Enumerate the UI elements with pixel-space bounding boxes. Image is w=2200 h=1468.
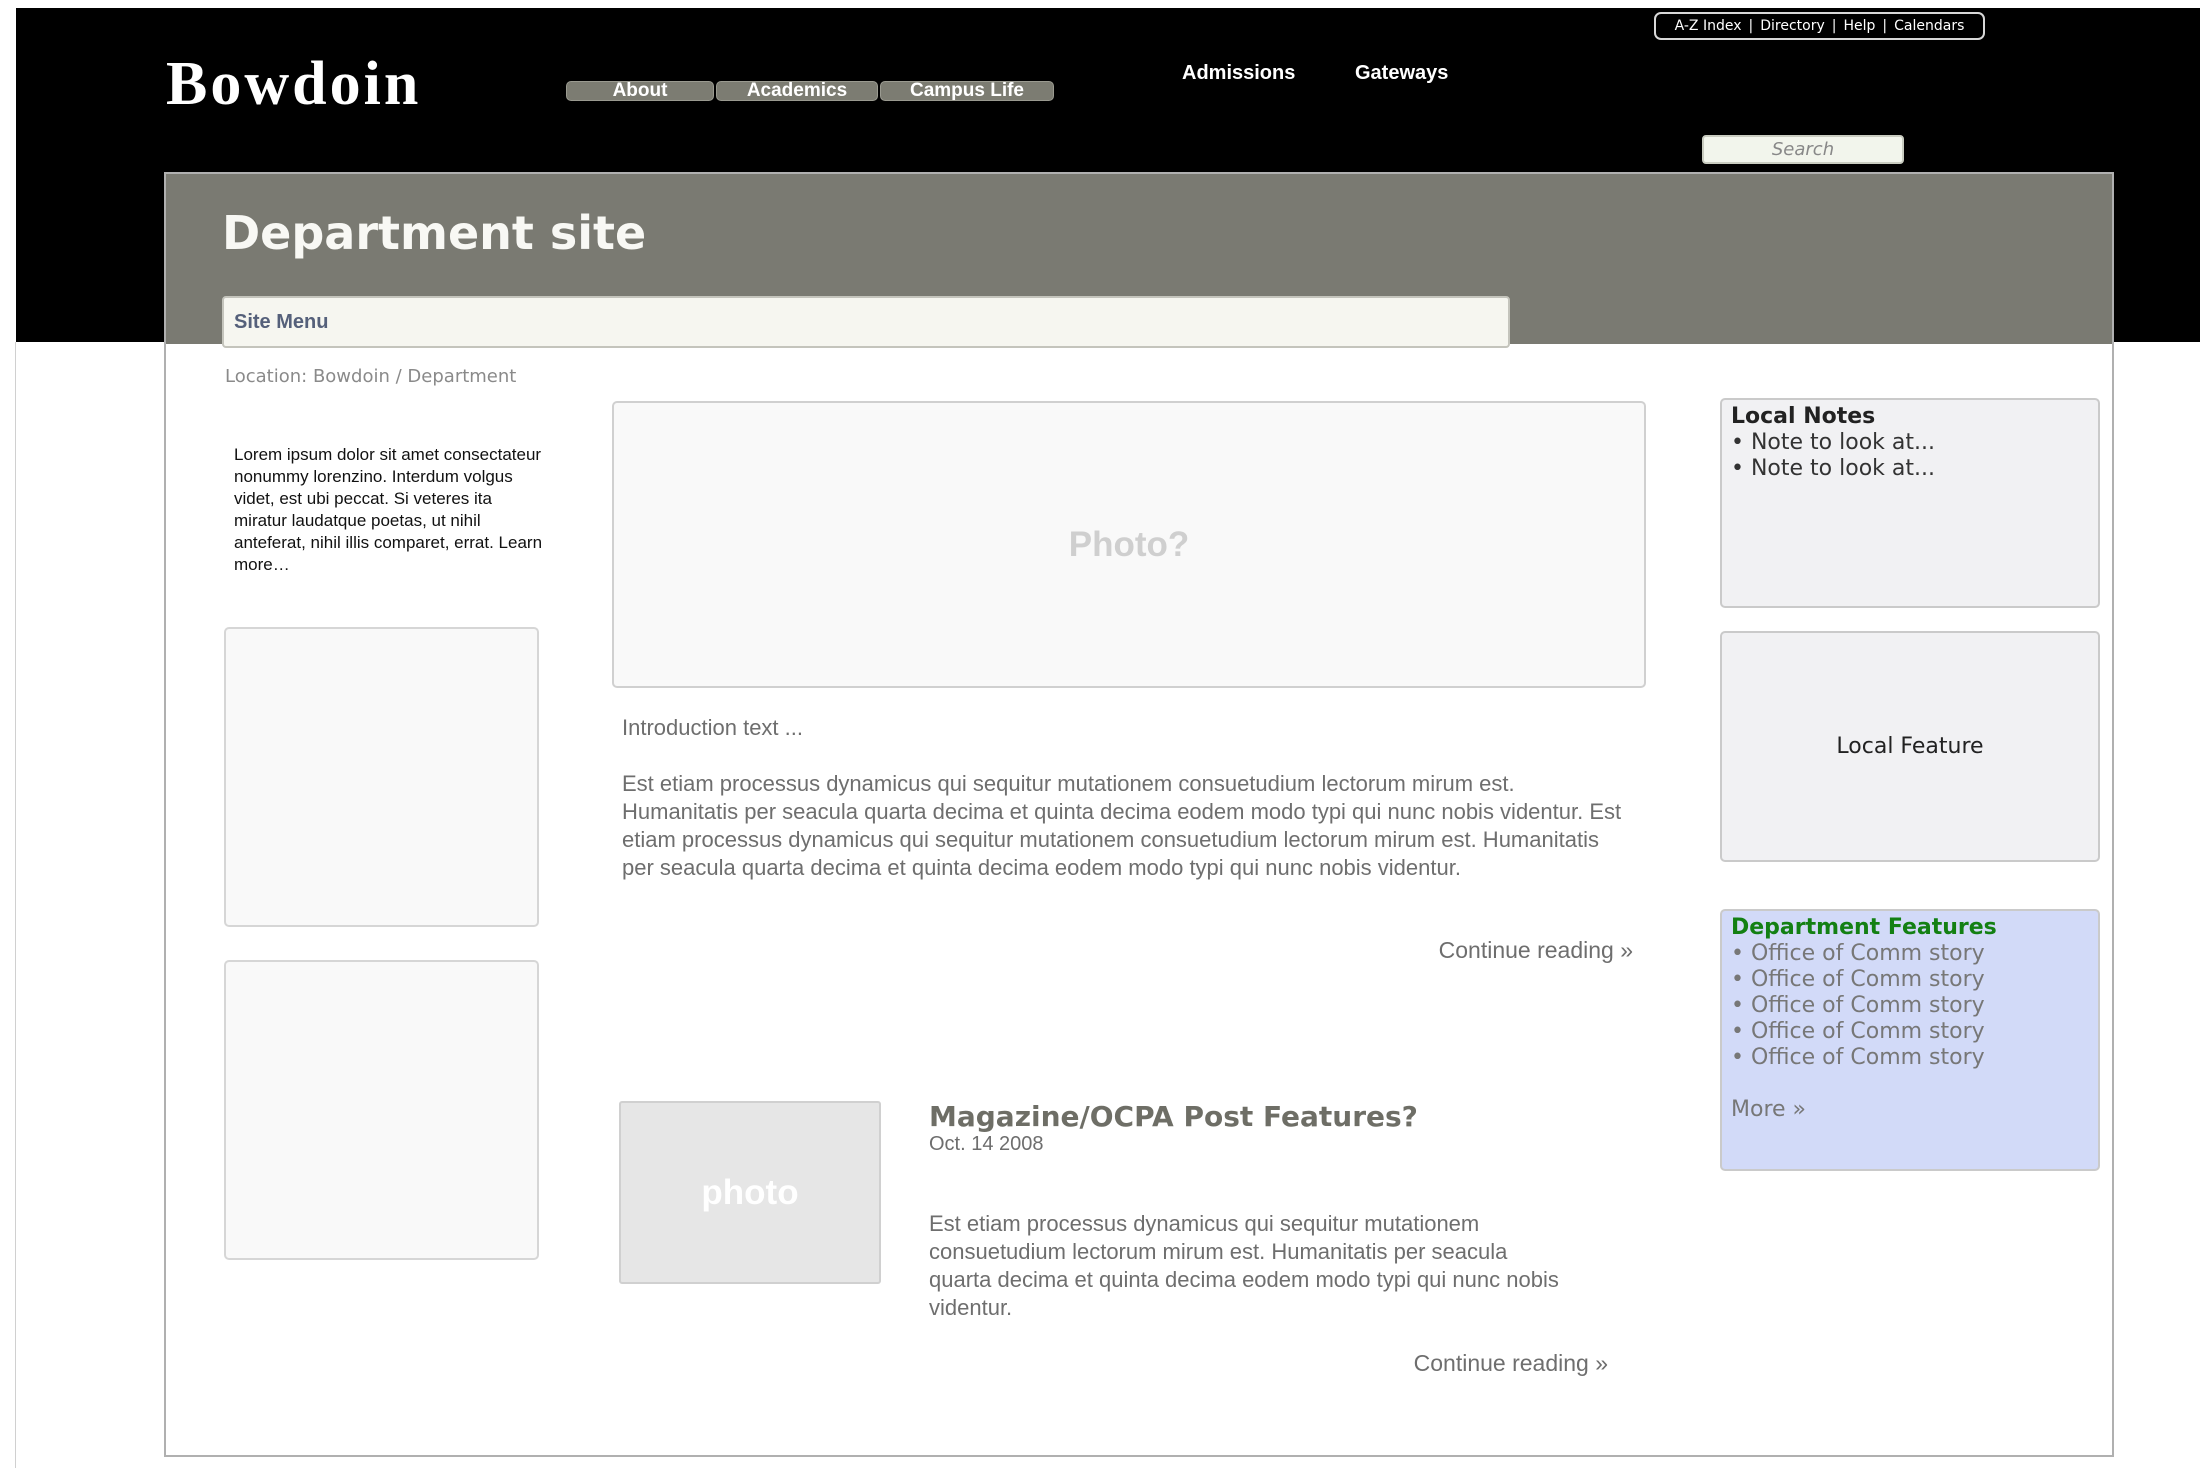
- note-item: • Note to look at...: [1731, 456, 1935, 481]
- department-features-title: Department Features: [1731, 915, 1997, 940]
- local-notes-box: Local Notes • Note to look at... • Note …: [1720, 398, 2100, 608]
- sidebar-intro-text: Lorem ipsum dolor sit amet consectateur …: [234, 445, 543, 574]
- photo-placeholder-label: Photo?: [1068, 524, 1190, 564]
- local-notes-title: Local Notes: [1731, 404, 1876, 429]
- feature-photo-placeholder: photo: [619, 1101, 881, 1284]
- nav-campus-life[interactable]: Campus Life: [880, 80, 1054, 101]
- note-item: • Note to look at...: [1731, 430, 1935, 455]
- search-input[interactable]: Search: [1702, 135, 1904, 164]
- nav-admissions[interactable]: Admissions: [1182, 62, 1295, 85]
- calendars-link[interactable]: Calendars: [1894, 18, 1964, 34]
- feature-photo-label: photo: [701, 1172, 799, 1212]
- feature-post-body: Est etiam processus dynamicus qui sequit…: [929, 1211, 1559, 1320]
- breadcrumb: Location: Bowdoin / Department: [225, 366, 516, 387]
- az-index-link[interactable]: A-Z Index: [1675, 18, 1742, 34]
- intro-text: Introduction text ...: [622, 715, 803, 740]
- feature-post-title[interactable]: Magazine/OCPA Post Features?: [929, 1100, 1418, 1133]
- page-edge: [15, 342, 16, 1468]
- directory-link[interactable]: Directory: [1760, 18, 1825, 34]
- breadcrumb-department[interactable]: Department: [407, 366, 516, 387]
- feature-continue-reading-link[interactable]: Continue reading »: [1414, 1350, 1608, 1377]
- breadcrumb-prefix: Location:: [225, 366, 308, 387]
- department-features-box: Department Features • Office of Comm sto…: [1720, 909, 2100, 1171]
- nav-gateways[interactable]: Gateways: [1355, 62, 1448, 85]
- nav-about[interactable]: About: [566, 80, 714, 101]
- separator: |: [1882, 18, 1888, 34]
- feature-story-link[interactable]: • Office of Comm story: [1731, 1019, 2089, 1045]
- utility-links: A-Z Index | Directory | Help | Calendars: [1654, 12, 1985, 40]
- more-features-link[interactable]: More »: [1731, 1097, 2089, 1122]
- feature-post-date: Oct. 14 2008: [929, 1133, 1044, 1155]
- feature-story-link[interactable]: • Office of Comm story: [1731, 1045, 2089, 1071]
- continue-reading-link[interactable]: Continue reading »: [1439, 937, 1633, 964]
- main-body-text: Est etiam processus dynamicus qui sequit…: [622, 771, 1622, 880]
- breadcrumb-bowdoin[interactable]: Bowdoin: [313, 366, 390, 387]
- separator: |: [1831, 18, 1837, 34]
- nav-academics[interactable]: Academics: [716, 80, 878, 101]
- sidebar-box: [224, 960, 539, 1260]
- help-link[interactable]: Help: [1843, 18, 1875, 34]
- local-feature-label: Local Feature: [1836, 734, 1984, 759]
- separator: |: [1748, 18, 1754, 34]
- page-title: Department site: [222, 206, 647, 260]
- sidebar-box: [224, 627, 539, 927]
- main-photo-placeholder: Photo?: [612, 401, 1646, 688]
- feature-story-link[interactable]: • Office of Comm story: [1731, 967, 2089, 993]
- feature-story-link[interactable]: • Office of Comm story: [1731, 941, 2089, 967]
- feature-story-link[interactable]: • Office of Comm story: [1731, 993, 2089, 1019]
- local-feature-box: Local Feature: [1720, 631, 2100, 862]
- breadcrumb-separator: /: [395, 366, 402, 387]
- site-menu[interactable]: Site Menu: [222, 296, 1510, 348]
- bowdoin-logo[interactable]: Bowdoin: [166, 46, 421, 122]
